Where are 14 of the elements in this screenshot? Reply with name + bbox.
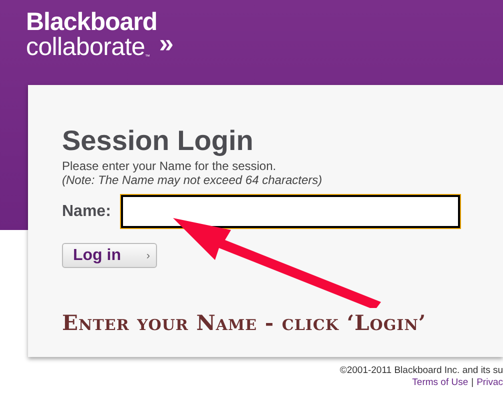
brand-subname: collaborate [26, 35, 146, 60]
instruction-text: Please enter your Name for the session. [62, 159, 278, 173]
brand-name: Blackboard [26, 10, 158, 35]
page-title: Session Login [62, 125, 254, 157]
copyright-text: ©2001-2011 Blackboard Inc. and its su [340, 365, 503, 377]
privacy-link[interactable]: Privac [476, 377, 503, 389]
name-input-field[interactable] [120, 195, 460, 228]
annotation-text: Enter your Name - click ‘Login’ [62, 310, 426, 335]
login-button[interactable]: Log in › [62, 243, 157, 268]
name-label: Name: [62, 202, 111, 220]
note-text: (Note: The Name may not exceed 64 characters) [62, 173, 324, 187]
link-separator: | [471, 377, 474, 389]
terms-link[interactable]: Terms of Use [412, 377, 468, 389]
brand-mark: » [159, 28, 174, 59]
